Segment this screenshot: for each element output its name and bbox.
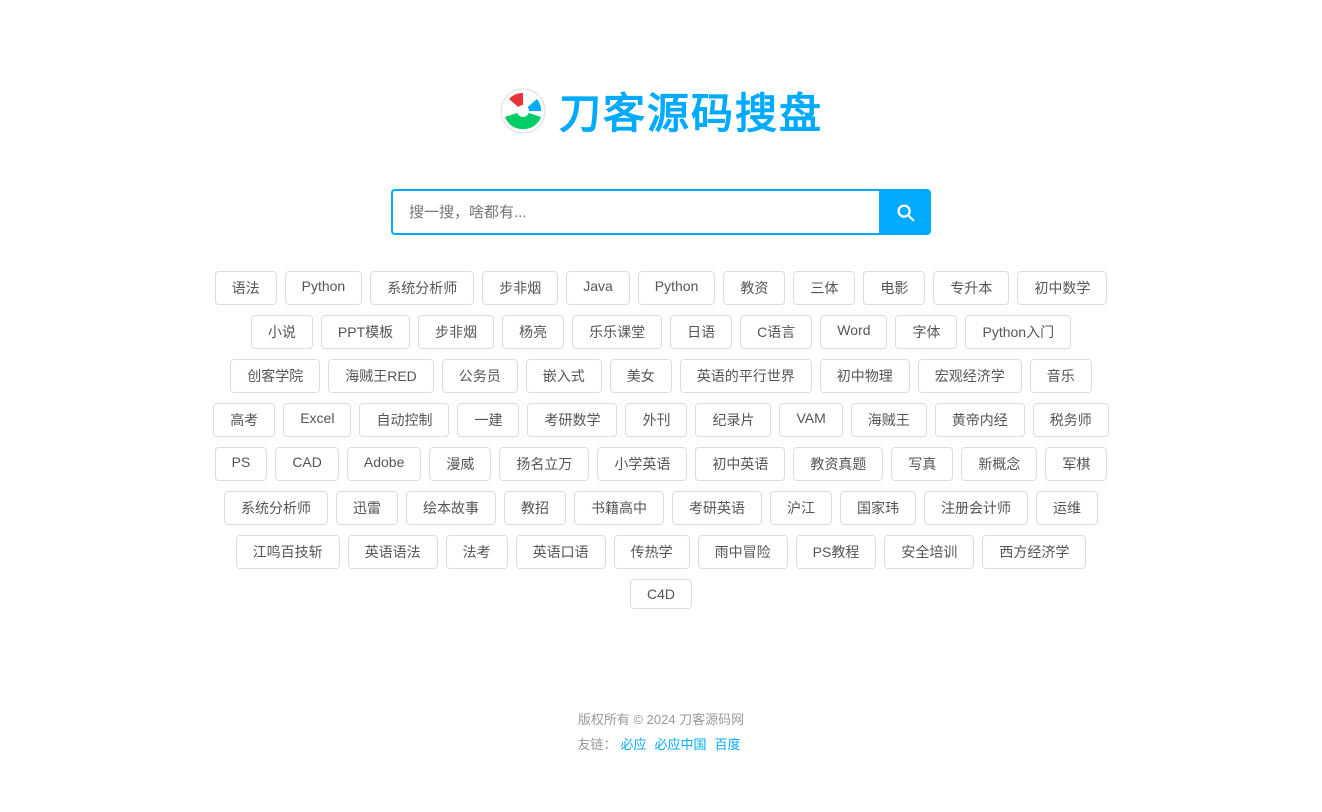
footer-link[interactable]: 百度	[715, 737, 741, 752]
tag-item[interactable]: VAM	[779, 403, 842, 437]
tag-item[interactable]: C语言	[740, 315, 812, 349]
tag-item[interactable]: 教资真题	[793, 447, 883, 481]
tag-item[interactable]: 高考	[213, 403, 275, 437]
tag-item[interactable]: 传热学	[614, 535, 690, 569]
tag-item[interactable]: 考研英语	[672, 491, 762, 525]
tag-item[interactable]: 教招	[504, 491, 566, 525]
tag-item[interactable]: PS	[215, 447, 268, 481]
tag-item[interactable]: Python	[638, 271, 716, 305]
tag-item[interactable]: C4D	[630, 579, 692, 609]
tag-item[interactable]: 新概念	[961, 447, 1037, 481]
tag-item[interactable]: 英语口语	[516, 535, 606, 569]
tag-item[interactable]: Excel	[283, 403, 351, 437]
tag-item[interactable]: 创客学院	[230, 359, 320, 393]
tag-item[interactable]: 税务师	[1033, 403, 1109, 437]
search-box	[391, 189, 931, 235]
tag-item[interactable]: 江鸣百技斩	[236, 535, 340, 569]
tag-item[interactable]: 安全培训	[884, 535, 974, 569]
tag-item[interactable]: PPT模板	[321, 315, 410, 349]
tag-item[interactable]: PS教程	[796, 535, 877, 569]
tag-item[interactable]: 电影	[863, 271, 925, 305]
tag-item[interactable]: 小说	[251, 315, 313, 349]
tag-item[interactable]: 注册会计师	[924, 491, 1028, 525]
copyright-text: 版权所有 © 2024 刀客源码网	[577, 709, 744, 728]
footer-link[interactable]: 必应中国	[655, 737, 707, 752]
tag-item[interactable]: 公务员	[442, 359, 518, 393]
search-icon	[894, 201, 916, 223]
tag-item[interactable]: 西方经济学	[982, 535, 1086, 569]
tag-item[interactable]: 自动控制	[359, 403, 449, 437]
tag-item[interactable]: 迅雷	[336, 491, 398, 525]
search-input[interactable]	[391, 189, 879, 235]
tag-item[interactable]: Python	[285, 271, 363, 305]
tag-item[interactable]: 黄帝内经	[935, 403, 1025, 437]
tag-item[interactable]: 英语的平行世界	[680, 359, 812, 393]
tag-item[interactable]: Adobe	[347, 447, 421, 481]
tag-item[interactable]: 语法	[215, 271, 277, 305]
footer-links: 友链： 必应必应中国百度	[577, 734, 744, 753]
tag-item[interactable]: 沪江	[770, 491, 832, 525]
tag-item[interactable]: 步非烟	[482, 271, 558, 305]
tag-item[interactable]: CAD	[275, 447, 339, 481]
tags-area: 语法Python系统分析师步非烟JavaPython教资三体电影专升本初中数学小…	[211, 271, 1111, 609]
tag-item[interactable]: 系统分析师	[370, 271, 474, 305]
tag-item[interactable]: 漫威	[429, 447, 491, 481]
logo-area: 刀客源码搜盘	[499, 80, 823, 141]
tag-item[interactable]: 一建	[457, 403, 519, 437]
tag-item[interactable]: 宏观经济学	[918, 359, 1022, 393]
tag-item[interactable]: 初中英语	[695, 447, 785, 481]
tag-item[interactable]: 杨亮	[502, 315, 564, 349]
footer-link[interactable]: 必应	[620, 737, 646, 752]
tag-item[interactable]: 外刊	[625, 403, 687, 437]
tag-item[interactable]: 日语	[670, 315, 732, 349]
tag-item[interactable]: 海贼王RED	[328, 359, 434, 393]
tag-item[interactable]: 雨中冒险	[698, 535, 788, 569]
tag-item[interactable]: 初中物理	[820, 359, 910, 393]
tag-item[interactable]: 音乐	[1030, 359, 1092, 393]
footer: 版权所有 © 2024 刀客源码网 友链： 必应必应中国百度	[577, 709, 744, 753]
tag-item[interactable]: 国家玮	[840, 491, 916, 525]
tag-item[interactable]: 专升本	[933, 271, 1009, 305]
tag-item[interactable]: 字体	[895, 315, 957, 349]
tag-item[interactable]: Word	[820, 315, 887, 349]
tag-item[interactable]: 考研数学	[527, 403, 617, 437]
logo-icon	[499, 87, 547, 135]
tag-item[interactable]: 嵌入式	[526, 359, 602, 393]
tag-item[interactable]: 教资	[723, 271, 785, 305]
tag-item[interactable]: 海贼王	[851, 403, 927, 437]
tag-item[interactable]: 乐乐课堂	[572, 315, 662, 349]
friend-links-label: 友链：	[577, 737, 616, 752]
tag-item[interactable]: 军棋	[1045, 447, 1107, 481]
tag-item[interactable]: 三体	[793, 271, 855, 305]
tag-item[interactable]: 绘本故事	[406, 491, 496, 525]
tag-item[interactable]: 步非烟	[418, 315, 494, 349]
tag-item[interactable]: 系统分析师	[224, 491, 328, 525]
main-container: 刀客源码搜盘 语法Python系统分析师步非烟JavaPython教资三体电影专…	[0, 0, 1322, 753]
site-title: 刀客源码搜盘	[559, 80, 823, 141]
tag-item[interactable]: 美女	[610, 359, 672, 393]
tag-item[interactable]: Java	[566, 271, 630, 305]
tag-item[interactable]: 书籍高中	[574, 491, 664, 525]
tag-item[interactable]: Python入门	[965, 315, 1071, 349]
tag-item[interactable]: 运维	[1036, 491, 1098, 525]
tag-item[interactable]: 法考	[446, 535, 508, 569]
tag-item[interactable]: 小学英语	[597, 447, 687, 481]
tag-item[interactable]: 写真	[891, 447, 953, 481]
search-button[interactable]	[879, 189, 931, 235]
tag-item[interactable]: 纪录片	[695, 403, 771, 437]
tag-item[interactable]: 扬名立万	[499, 447, 589, 481]
tag-item[interactable]: 初中数学	[1017, 271, 1107, 305]
tag-item[interactable]: 英语语法	[348, 535, 438, 569]
